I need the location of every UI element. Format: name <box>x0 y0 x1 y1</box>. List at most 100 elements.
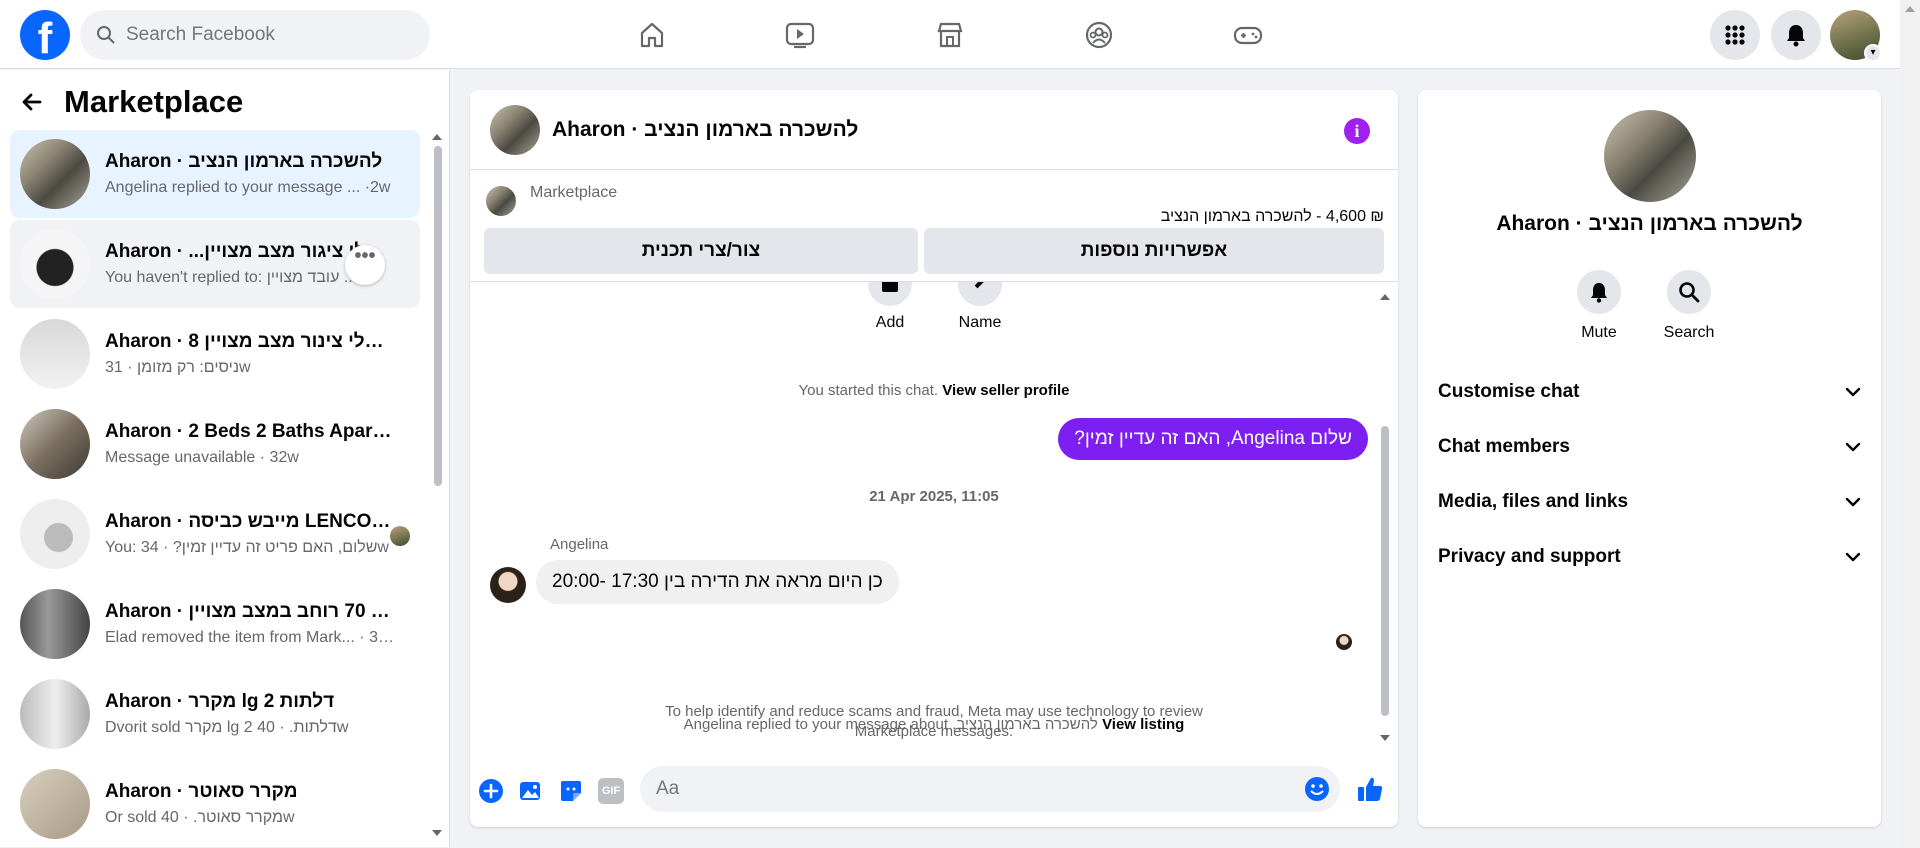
sticker-icon[interactable] <box>558 778 584 804</box>
chevron-down-icon <box>1845 442 1861 452</box>
bell-icon <box>1577 270 1621 314</box>
scroll-up-arrow-icon[interactable] <box>1378 290 1392 302</box>
scroll-up-arrow-icon[interactable] <box>1900 2 1920 16</box>
quick-action-label: Name <box>958 314 1002 331</box>
seen-avatar <box>390 526 410 546</box>
sender-name: Angelina <box>550 536 609 553</box>
outgoing-message[interactable]: שלום Angelina, האם זה עדיין זמין? <box>1058 418 1368 460</box>
conversation-preview: Dvorit sold מקרר lg 2 דלתות. · 40w <box>105 719 349 736</box>
menu-grid-icon[interactable] <box>1710 10 1760 60</box>
message-timestamp: 21 Apr 2025, 11:05 <box>869 488 999 505</box>
listing-thumbnail <box>20 769 90 839</box>
conversation-item[interactable]: Aharon · 2 Beds 2 Baths Apartm... Messag… <box>10 400 420 488</box>
info-icon[interactable]: i <box>1344 118 1370 144</box>
conversation-item[interactable]: Aharon · מייבש כביסה LENCO 7... You: שלו… <box>10 490 420 578</box>
incoming-message[interactable]: כן היום מראה את הדירה בין 17:30 -20:00 <box>536 560 899 604</box>
groups-icon[interactable] <box>1074 10 1124 60</box>
more-options-button[interactable]: אפשרויות נוספות <box>924 228 1384 274</box>
chat-avatar[interactable] <box>490 104 540 155</box>
gaming-icon[interactable] <box>1223 10 1273 60</box>
listing-thumbnail <box>20 139 90 209</box>
listing-price-title[interactable]: ₪ 4,600 - להשכרה בארמון הנציב <box>1161 208 1384 226</box>
view-seller-profile-link[interactable]: View seller profile <box>942 382 1069 399</box>
mute-button[interactable]: Mute <box>1564 270 1634 342</box>
conversation-item[interactable]: Aharon · ...קילו בלי ציגור מצב מצויין Yo… <box>10 220 420 308</box>
marketplace-label: Marketplace <box>530 184 618 201</box>
conversation-title: Aharon · מקרר סאוטר <box>105 781 298 802</box>
like-icon[interactable] <box>1355 774 1385 804</box>
search-in-chat-button[interactable]: Search <box>1654 270 1724 342</box>
section-label: Media, files and links <box>1438 491 1629 512</box>
conversation-preview: You: שלום, האם פריט זה עדיין זמין? · 34w <box>105 539 389 556</box>
more-options-button[interactable]: ••• <box>345 245 385 285</box>
conversation-item[interactable]: Aharon · מקרר סאוטר Or sold מקרר סאוטר. … <box>10 760 420 848</box>
scrollbar-thumb[interactable] <box>1381 426 1389 716</box>
customise-chat-section[interactable]: Customise chat <box>1438 372 1861 412</box>
chat-scrollbar[interactable] <box>1378 290 1392 745</box>
scroll-down-arrow-icon[interactable] <box>1378 733 1392 745</box>
plus-circle-icon[interactable] <box>478 778 504 804</box>
notifications-icon[interactable] <box>1771 10 1821 60</box>
read-receipt-avatar <box>1336 634 1352 650</box>
listing-avatar <box>486 186 516 216</box>
chevron-down-icon <box>1845 497 1861 507</box>
view-listing-link[interactable]: View listing <box>1102 716 1184 733</box>
chat-started-notice: You started this chat. View seller profi… <box>470 382 1398 399</box>
sender-avatar[interactable] <box>490 567 526 603</box>
privacy-support-section[interactable]: Privacy and support <box>1438 537 1861 577</box>
facebook-logo[interactable]: f <box>20 10 70 60</box>
listing-thumbnail <box>20 499 90 569</box>
video-icon[interactable] <box>775 10 825 60</box>
conversation-item[interactable]: Aharon · 8 קילו בלי צינור מצב מצויין ...… <box>10 310 420 398</box>
message-input-wrap[interactable] <box>640 766 1340 812</box>
listing-banner: Marketplace ₪ 4,600 - להשכרה בארמון הנצי… <box>470 170 1398 282</box>
quick-action-label: Add <box>875 314 905 331</box>
gif-icon[interactable]: GIF <box>598 778 624 804</box>
search-input[interactable] <box>126 24 416 46</box>
scrollbar-thumb[interactable] <box>434 146 442 486</box>
listing-thumbnail <box>20 229 90 299</box>
conversation-item[interactable]: Aharon · להשכרה בארמון הנציב Angelina re… <box>10 130 420 218</box>
section-label: Chat members <box>1438 436 1570 457</box>
conversation-preview: Or sold מקרר סאוטר. · 40w <box>105 809 295 826</box>
search-icon <box>1667 270 1711 314</box>
conversation-title: Aharon · ליטר 70 רוחב במצב מצויין ... <box>105 601 395 622</box>
chat-members-section[interactable]: Chat members <box>1438 427 1861 467</box>
scroll-down-arrow-icon[interactable] <box>430 828 444 840</box>
arrow-left-icon[interactable] <box>20 90 44 114</box>
quick-action-add[interactable]: Add <box>860 282 920 332</box>
listing-thumbnail <box>20 589 90 659</box>
chat-header: Aharon · להשכרה בארמון הנציב i <box>470 90 1398 170</box>
photo-icon[interactable] <box>518 778 544 804</box>
top-navigation-bar: f ▾ <box>0 0 1900 69</box>
chat-title[interactable]: Aharon · להשכרה בארמון הנציב <box>552 118 858 142</box>
quick-action-name[interactable]: Name <box>950 282 1010 332</box>
search-box[interactable] <box>80 10 430 60</box>
listing-thumbnail <box>20 679 90 749</box>
details-avatar[interactable] <box>1604 110 1696 202</box>
conversation-preview: ניסים: רק מזומן · 31w <box>105 359 251 376</box>
home-icon[interactable] <box>627 10 677 60</box>
started-text: You started this chat. <box>798 382 939 399</box>
sidebar-scrollbar[interactable] <box>430 130 444 840</box>
listing-thumbnail <box>20 319 90 389</box>
chat-details-panel: Aharon · להשכרה בארמון הנציב Mute Search… <box>1418 90 1881 827</box>
conversation-item[interactable]: Aharon · מקרר lg 2 דלתות Dvorit sold מקר… <box>10 670 420 758</box>
message-input[interactable] <box>656 766 1256 812</box>
emoji-icon[interactable] <box>1304 776 1330 802</box>
search-icon <box>97 26 115 44</box>
contact-button[interactable]: צור/צרי תכנית <box>484 228 918 274</box>
sidebar-title: Marketplace <box>64 84 244 119</box>
reply-notice-prefix: Angelina replied to your message about <box>683 716 949 733</box>
page-scrollbar[interactable] <box>1900 0 1920 847</box>
conversation-item[interactable]: Aharon · ליטר 70 רוחב במצב מצויין ... El… <box>10 580 420 668</box>
section-label: Customise chat <box>1438 381 1580 402</box>
account-avatar[interactable]: ▾ <box>1830 10 1882 62</box>
scroll-up-arrow-icon[interactable] <box>430 130 444 142</box>
sidebar-header: Marketplace <box>20 84 243 120</box>
media-files-links-section[interactable]: Media, files and links <box>1438 482 1861 522</box>
reply-notice-item: להשכרה בארמון הנציב. <box>952 716 1098 733</box>
marketplace-icon[interactable] <box>925 10 975 60</box>
chevron-down-icon <box>1845 552 1861 562</box>
mute-label: Mute <box>1581 324 1617 341</box>
